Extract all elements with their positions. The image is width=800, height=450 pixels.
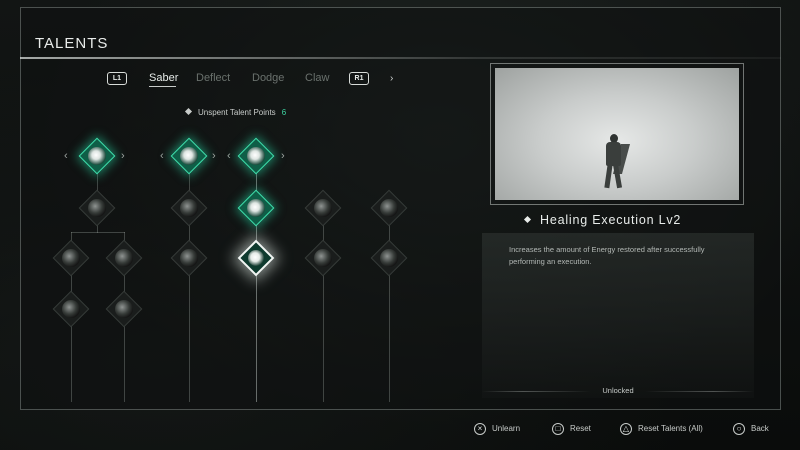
skull-icon (247, 199, 265, 217)
reset-label: Reset (570, 424, 591, 433)
skull-icon (247, 147, 265, 165)
blade-icon (180, 147, 198, 165)
skill-name-text: Healing Execution Lv2 (540, 213, 682, 227)
claw-icon (62, 249, 80, 267)
skill-name: Healing Execution Lv2 (523, 213, 682, 227)
cross-button-icon: × (474, 423, 486, 435)
talent-node[interactable] (237, 189, 275, 227)
talent-node[interactable] (52, 239, 90, 277)
skull-icon (248, 250, 264, 266)
skill-status: Unlocked (602, 386, 634, 395)
wing-icon (314, 199, 332, 217)
talent-node[interactable] (304, 189, 342, 227)
wing-icon (314, 249, 332, 267)
blade-icon (180, 199, 198, 217)
talent-node[interactable] (78, 137, 116, 175)
talent-node[interactable] (78, 189, 116, 227)
talent-node[interactable] (304, 239, 342, 277)
button-prompts: × Unlearn □ Reset △ Reset Talents (All) … (0, 421, 800, 437)
vortex-icon (380, 199, 398, 217)
claw-icon (62, 300, 80, 318)
talent-node[interactable] (170, 189, 208, 227)
skill-description: Increases the amount of Energy restored … (509, 245, 705, 266)
talent-node[interactable] (105, 290, 143, 328)
skill-preview-frame (490, 63, 744, 205)
skill-preview-video (495, 68, 739, 200)
talent-node[interactable] (237, 137, 275, 175)
tree-connector (71, 232, 125, 233)
tree-connector (389, 205, 390, 402)
nav-left-icon[interactable]: ‹ (64, 150, 68, 162)
vortex-icon (380, 249, 398, 267)
talent-node[interactable] (370, 239, 408, 277)
nav-left-icon[interactable]: ‹ (160, 150, 164, 162)
circle-button-icon: ○ (733, 423, 745, 435)
back-label: Back (751, 424, 769, 433)
triangle-button-icon: △ (620, 423, 632, 435)
talent-node[interactable] (370, 189, 408, 227)
blade-icon (180, 249, 198, 267)
talent-tree: ‹ › ‹ › ‹ › (0, 0, 470, 410)
tree-connector (323, 205, 324, 402)
nav-right-icon[interactable]: › (212, 150, 216, 162)
talent-node[interactable] (170, 239, 208, 277)
nav-left-icon[interactable]: ‹ (227, 150, 231, 162)
claw-icon (88, 199, 106, 217)
reset-all-label: Reset Talents (All) (638, 424, 703, 433)
claw-strike-icon (88, 147, 106, 165)
nav-right-icon[interactable]: › (281, 150, 285, 162)
talent-node[interactable] (52, 290, 90, 328)
talent-node[interactable] (170, 137, 208, 175)
character-figure (603, 134, 631, 190)
claw-icon (115, 300, 133, 318)
nav-right-icon[interactable]: › (121, 150, 125, 162)
talent-node[interactable] (105, 239, 143, 277)
talent-node-selected[interactable] (237, 239, 275, 277)
square-button-icon: □ (552, 423, 564, 435)
claw-icon (115, 249, 133, 267)
unlearn-label: Unlearn (492, 424, 521, 433)
